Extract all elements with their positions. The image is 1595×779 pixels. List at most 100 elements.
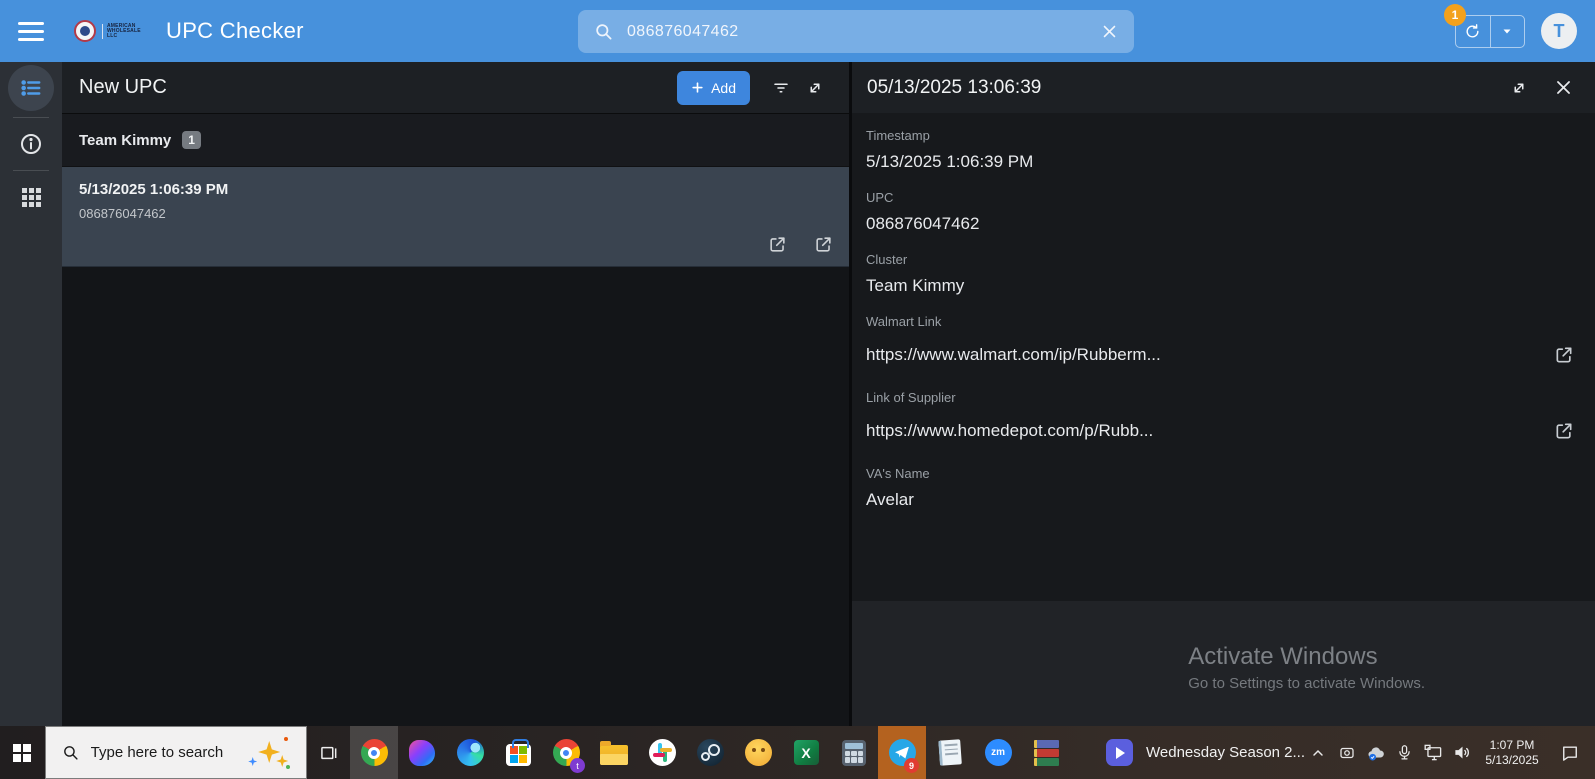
external-link-icon — [1554, 345, 1574, 365]
taskbar-media-control: Wednesday Season 2... — [1106, 726, 1305, 779]
excel-icon: X — [794, 740, 819, 765]
plus-icon — [691, 81, 704, 94]
watermark-subtitle: Go to Settings to activate Windows. — [1188, 675, 1425, 692]
activate-windows-watermark: Activate Windows Go to Settings to activ… — [1188, 643, 1425, 692]
field-value: Avelar — [866, 490, 914, 510]
close-detail-button[interactable] — [1546, 71, 1580, 105]
taskbar-app-calculator[interactable] — [830, 726, 878, 779]
external-link-icon — [1554, 421, 1574, 441]
taskbar-app-copilot[interactable] — [398, 726, 446, 779]
add-button[interactable]: Add — [677, 71, 750, 105]
taskbar-app-pet[interactable] — [734, 726, 782, 779]
taskbar-app-microsoft-store[interactable] — [494, 726, 542, 779]
open-walmart-link-button[interactable] — [1547, 338, 1581, 372]
filter-button[interactable] — [764, 71, 798, 105]
sidebar-divider — [13, 170, 49, 171]
notepad-icon — [938, 739, 962, 765]
expand-detail-button[interactable] — [1502, 71, 1536, 105]
item-upc: 086876047462 — [79, 206, 832, 221]
field-value: Team Kimmy — [866, 276, 964, 296]
field-value-link[interactable]: https://www.walmart.com/ip/Rubberm... — [866, 345, 1161, 365]
taskbar-app-zoom[interactable]: zm — [974, 726, 1022, 779]
taskbar-app-excel[interactable]: X — [782, 726, 830, 779]
taskbar-app-slack[interactable] — [638, 726, 686, 779]
add-button-label: Add — [711, 80, 736, 96]
app-search-bar[interactable] — [578, 10, 1134, 53]
sidebar-item-apps[interactable] — [8, 177, 54, 217]
windows-logo-icon — [13, 744, 31, 762]
page-title: UPC Checker — [166, 18, 304, 44]
sidebar-divider — [13, 117, 49, 118]
field-cluster: Cluster Team Kimmy — [866, 252, 1581, 296]
taskbar-search-input[interactable] — [91, 744, 241, 761]
telegram-unread-badge: 9 — [904, 758, 919, 773]
taskbar-clock[interactable]: 1:07 PM 5/13/2025 — [1479, 738, 1545, 768]
taskbar-app-steam[interactable] — [686, 726, 734, 779]
chrome-icon — [361, 739, 388, 766]
open-supplier-link-button[interactable] — [811, 232, 835, 256]
tray-chevron-up-icon[interactable] — [1305, 733, 1330, 773]
action-center-icon[interactable] — [1549, 733, 1591, 773]
detail-title: 05/13/2025 13:06:39 — [867, 77, 1041, 99]
group-name: Team Kimmy — [79, 132, 171, 149]
expand-list-button[interactable] — [798, 71, 832, 105]
search-input[interactable] — [627, 23, 1101, 41]
taskbar-app-edge[interactable] — [446, 726, 494, 779]
clear-search-icon[interactable] — [1101, 23, 1118, 40]
list-panel: New UPC Add Team Kimmy 1 5/13/2025 1:06:… — [62, 62, 849, 726]
task-view-button[interactable] — [307, 726, 350, 779]
detail-panel: 05/13/2025 13:06:39 Timestamp 5/13/2025 … — [852, 62, 1595, 726]
field-value: 086876047462 — [866, 214, 979, 234]
taskbar-app-chrome-profile[interactable]: t — [542, 726, 590, 779]
app-topbar: AMERICAN WHOLESALE LLC UPC Checker 1 T — [0, 0, 1595, 62]
detail-footer: Activate Windows Go to Settings to activ… — [852, 601, 1595, 726]
search-icon — [594, 22, 613, 41]
sidebar-item-list-view[interactable] — [8, 65, 54, 111]
field-label: VA's Name — [866, 466, 1581, 481]
open-walmart-link-button[interactable] — [765, 232, 789, 256]
sync-button-group: 1 — [1455, 15, 1525, 48]
clock-time: 1:07 PM — [1479, 738, 1545, 753]
copilot-icon — [409, 740, 435, 766]
taskbar-search-box[interactable] — [45, 726, 308, 779]
chrome-profile-badge: t — [570, 758, 585, 773]
clock-date: 5/13/2025 — [1479, 753, 1545, 768]
pet-app-icon — [745, 739, 772, 766]
file-explorer-icon — [600, 745, 628, 765]
microphone-icon[interactable] — [1392, 733, 1417, 773]
hamburger-menu-icon[interactable] — [0, 0, 62, 62]
meet-now-icon[interactable] — [1334, 733, 1359, 773]
onedrive-icon[interactable] — [1363, 733, 1388, 773]
winrar-icon — [1034, 740, 1059, 766]
watermark-title: Activate Windows — [1188, 643, 1425, 671]
taskbar-pinned-apps: t X 9 zm — [350, 726, 1070, 779]
taskbar-app-file-explorer[interactable] — [590, 726, 638, 779]
refresh-dropdown-button[interactable] — [1490, 16, 1525, 47]
system-tray: 1:07 PM 5/13/2025 — [1305, 726, 1595, 779]
windows-taskbar: t X 9 zm Wednesday Season 2... — [0, 726, 1595, 779]
left-sidebar — [0, 62, 62, 726]
logo-text: AMERICAN WHOLESALE LLC — [102, 24, 144, 39]
field-label: UPC — [866, 190, 1581, 205]
refresh-icon — [1464, 23, 1481, 40]
avatar[interactable]: T — [1541, 13, 1577, 49]
taskbar-app-telegram[interactable]: 9 — [878, 726, 926, 779]
field-value-link[interactable]: https://www.homedepot.com/p/Rubb... — [866, 421, 1153, 441]
list-item[interactable]: 5/13/2025 1:06:39 PM 086876047462 — [62, 166, 849, 267]
network-icon[interactable] — [1421, 733, 1446, 773]
open-supplier-link-button[interactable] — [1547, 414, 1581, 448]
sidebar-item-info[interactable] — [8, 124, 54, 164]
media-play-icon[interactable] — [1106, 739, 1133, 766]
detail-card: Timestamp 5/13/2025 1:06:39 PM UPC 08687… — [852, 113, 1595, 601]
speaker-icon[interactable] — [1450, 733, 1475, 773]
expand-icon — [806, 79, 824, 97]
taskbar-app-chrome[interactable] — [350, 726, 398, 779]
start-button[interactable] — [0, 726, 45, 779]
external-link-icon — [768, 235, 787, 254]
field-value: 5/13/2025 1:06:39 PM — [866, 152, 1033, 172]
steam-icon — [697, 739, 724, 766]
zoom-icon: zm — [985, 739, 1012, 766]
taskbar-app-winrar[interactable] — [1022, 726, 1070, 779]
taskbar-app-notepad[interactable] — [926, 726, 974, 779]
slack-icon — [649, 739, 676, 766]
